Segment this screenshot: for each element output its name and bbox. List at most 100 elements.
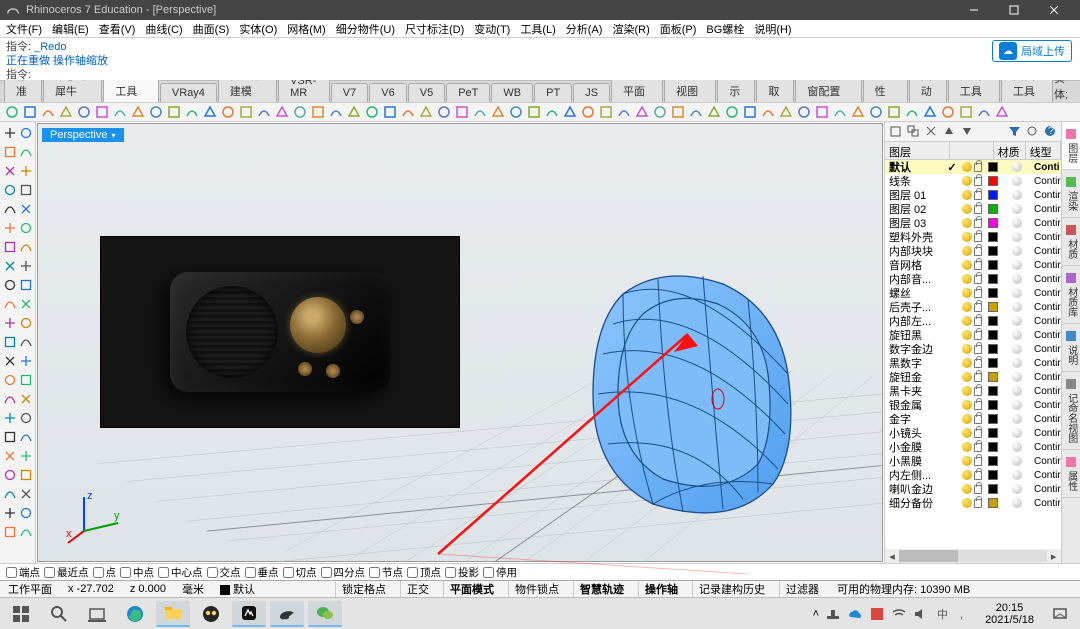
layer-row[interactable]: 旋钮黑Contir — [885, 328, 1061, 342]
layer-row[interactable]: 内部左...Contir — [885, 314, 1061, 328]
status-cell[interactable]: 过滤器 — [779, 581, 825, 597]
toolbar-tab[interactable]: PT — [534, 83, 572, 102]
lock-icon[interactable] — [974, 205, 982, 214]
layer-row[interactable]: 细分备份Contir — [885, 496, 1061, 510]
layers-hscroll[interactable]: ◂▸ — [885, 549, 1061, 563]
material-icon[interactable] — [1012, 344, 1022, 354]
toolbar-button[interactable] — [166, 104, 182, 120]
status-cell[interactable]: 毫米 — [178, 581, 208, 597]
color-swatch[interactable] — [988, 414, 998, 424]
side-tool-button[interactable] — [2, 409, 17, 427]
bulb-icon[interactable] — [962, 316, 972, 326]
osnap-option[interactable]: 垂点 — [245, 565, 279, 580]
lock-icon[interactable] — [974, 401, 982, 410]
color-swatch[interactable] — [988, 190, 998, 200]
new-sublayer-icon[interactable] — [907, 125, 920, 138]
menu-item[interactable]: 分析(A) — [566, 21, 603, 37]
material-icon[interactable] — [1012, 218, 1022, 228]
toolbar-button[interactable] — [292, 104, 308, 120]
tb-app2[interactable] — [232, 601, 266, 627]
color-swatch[interactable] — [988, 330, 998, 340]
toolbar-button[interactable] — [760, 104, 776, 120]
status-cell[interactable]: 正交 — [400, 581, 435, 597]
toolbar-tab[interactable]: V7 — [331, 83, 368, 102]
layer-row[interactable]: 内左侧...Contir — [885, 468, 1061, 482]
color-swatch[interactable] — [988, 484, 998, 494]
side-tool-button[interactable] — [2, 428, 17, 446]
toolbar-button[interactable] — [364, 104, 380, 120]
status-cell[interactable]: 锁定格点 — [335, 581, 392, 597]
side-tool-button[interactable] — [2, 181, 17, 199]
panel-tab[interactable]: 材质 — [1062, 218, 1080, 266]
color-swatch[interactable] — [988, 372, 998, 382]
material-icon[interactable] — [1012, 456, 1022, 466]
toolbar-tab[interactable]: WB — [491, 83, 533, 102]
toolbar-button[interactable] — [580, 104, 596, 120]
bulb-icon[interactable] — [962, 274, 972, 284]
toolbar-button[interactable] — [670, 104, 686, 120]
toolbar-tab[interactable]: VRay4 — [160, 83, 217, 102]
toolbar-button[interactable] — [742, 104, 758, 120]
color-swatch[interactable] — [988, 470, 998, 480]
osnap-option[interactable]: 切点 — [283, 565, 317, 580]
bulb-icon[interactable] — [962, 344, 972, 354]
toolbar-button[interactable] — [130, 104, 146, 120]
layer-row[interactable]: 线条Contir — [885, 174, 1061, 188]
side-tool-button[interactable] — [2, 295, 17, 313]
bulb-icon[interactable] — [962, 246, 972, 256]
side-tool-button[interactable] — [18, 200, 33, 218]
material-icon[interactable] — [1012, 316, 1022, 326]
bulb-icon[interactable] — [962, 260, 972, 270]
viewport-perspective[interactable]: Perspective▾ — [37, 123, 883, 562]
move-up-icon[interactable] — [943, 125, 956, 138]
toolbar-button[interactable] — [778, 104, 794, 120]
side-tool-button[interactable] — [2, 314, 17, 332]
bulb-icon[interactable] — [962, 330, 972, 340]
toolbar-button[interactable] — [22, 104, 38, 120]
color-swatch[interactable] — [988, 358, 998, 368]
toolbar-button[interactable] — [994, 104, 1010, 120]
close-button[interactable] — [1034, 0, 1074, 20]
menu-item[interactable]: 网格(M) — [287, 21, 326, 37]
side-tool-button[interactable] — [18, 523, 33, 541]
toolbar-button[interactable] — [454, 104, 470, 120]
toolbar-button[interactable] — [94, 104, 110, 120]
side-tool-button[interactable] — [18, 371, 33, 389]
material-icon[interactable] — [1012, 484, 1022, 494]
toolbar-button[interactable] — [310, 104, 326, 120]
toolbar-button[interactable] — [724, 104, 740, 120]
toolbar-button[interactable] — [634, 104, 650, 120]
viewport-label[interactable]: Perspective▾ — [42, 128, 124, 142]
menu-item[interactable]: 渲染(R) — [612, 21, 649, 37]
bulb-icon[interactable] — [962, 442, 972, 452]
bulb-icon[interactable] — [962, 498, 972, 508]
tools-icon[interactable] — [1026, 125, 1039, 138]
toolbar-button[interactable] — [544, 104, 560, 120]
material-icon[interactable] — [1012, 498, 1022, 508]
layer-row[interactable]: 数字金边Contir — [885, 342, 1061, 356]
side-tool-button[interactable] — [2, 124, 17, 142]
status-cell[interactable]: 默认 — [216, 581, 259, 597]
status-cell[interactable]: 物件锁点 — [508, 581, 565, 597]
layer-row[interactable]: 图层 02Contir — [885, 202, 1061, 216]
taskview-button[interactable] — [80, 601, 114, 627]
layer-row[interactable]: 小金膜Contir — [885, 440, 1061, 454]
menu-item[interactable]: 工具(L) — [520, 21, 555, 37]
lock-icon[interactable] — [974, 373, 982, 382]
material-icon[interactable] — [1012, 330, 1022, 340]
bulb-icon[interactable] — [962, 470, 972, 480]
lock-icon[interactable] — [974, 247, 982, 256]
bulb-icon[interactable] — [962, 428, 972, 438]
menu-item[interactable]: 尺寸标注(D) — [405, 21, 464, 37]
notification-button[interactable] — [1046, 601, 1074, 627]
material-icon[interactable] — [1012, 414, 1022, 424]
material-icon[interactable] — [1012, 260, 1022, 270]
lock-icon[interactable] — [974, 457, 982, 466]
side-tool-button[interactable] — [2, 523, 17, 541]
status-cell[interactable]: 工作平面 — [4, 581, 56, 597]
toolbar-button[interactable] — [508, 104, 524, 120]
lock-icon[interactable] — [974, 233, 982, 242]
toolbar-button[interactable] — [598, 104, 614, 120]
tb-app1[interactable] — [194, 601, 228, 627]
status-cell[interactable]: x -27.702 — [64, 583, 118, 595]
